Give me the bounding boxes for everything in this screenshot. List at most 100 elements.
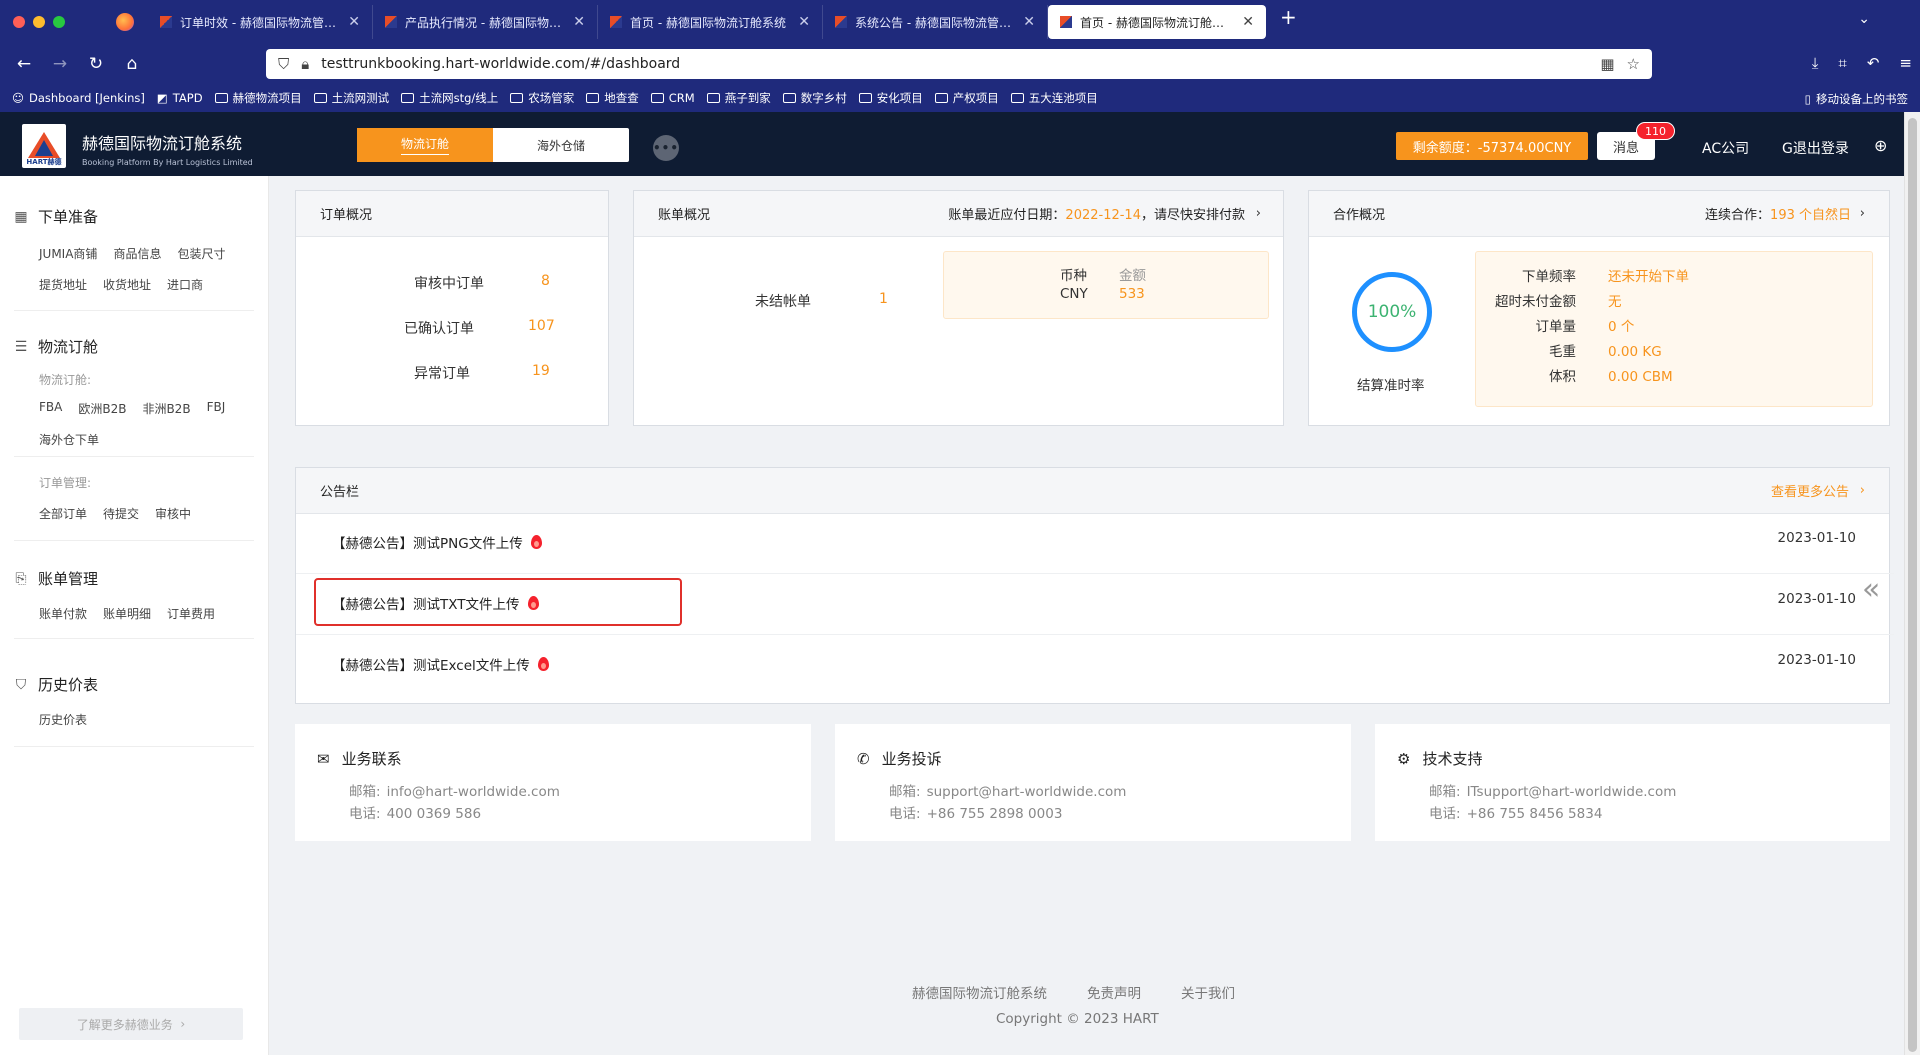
- close-window-button[interactable]: [13, 16, 25, 28]
- collapse-panel-icon[interactable]: «: [1862, 572, 1880, 607]
- bookmark-item[interactable]: ☺ Dashboard [Jenkins]: [12, 91, 145, 105]
- copyright: Copyright © 2023 HART: [996, 1011, 1159, 1027]
- bookmark-folder[interactable]: 土流网stg/线上: [401, 90, 498, 106]
- notice-title[interactable]: 【赫德公告】测试PNG文件上传: [332, 532, 523, 552]
- footer-link[interactable]: 免责声明: [1087, 982, 1141, 1002]
- footer-link[interactable]: 关于我们: [1181, 982, 1235, 1002]
- bookmark-item[interactable]: ◩ TAPD: [157, 91, 203, 105]
- sidebar-link[interactable]: 商品信息: [113, 245, 161, 262]
- sidebar-section-price-history: ⛉ 历史价表 历史价表: [14, 674, 254, 728]
- qr-code-icon[interactable]: ▦: [1600, 55, 1614, 73]
- bookmark-folder[interactable]: CRM: [650, 91, 695, 105]
- chevron-right-icon[interactable]: ›: [1860, 483, 1865, 498]
- lock-icon[interactable]: 🔒︎: [301, 55, 309, 73]
- bookmark-folder[interactable]: 土流网测试: [313, 90, 389, 106]
- more-notices-link[interactable]: 查看更多公告: [1771, 481, 1849, 500]
- continuous-cooperation[interactable]: 连续合作：193 个自然日: [1705, 204, 1851, 223]
- contact-email[interactable]: info@hart-worldwide.com: [387, 784, 560, 800]
- crop-icon[interactable]: ⌗: [1838, 54, 1846, 72]
- browser-tab-active[interactable]: 首页 - 赫德国际物流订舱系统 ✕: [1048, 5, 1266, 39]
- card-title: 账单概况: [658, 208, 711, 223]
- undo-icon[interactable]: ↶: [1867, 54, 1880, 72]
- bookmark-folder[interactable]: 燕子到家: [706, 90, 771, 106]
- logout-button[interactable]: G退出登录: [1782, 138, 1849, 158]
- menu-icon[interactable]: ≡: [1899, 54, 1912, 72]
- reload-icon[interactable]: ↻: [78, 54, 114, 74]
- close-tab-icon[interactable]: ✕: [573, 14, 585, 30]
- sidebar-link[interactable]: 待提交: [103, 505, 139, 522]
- learn-more-button[interactable]: 了解更多赫德业务 ›: [19, 1008, 243, 1040]
- close-tab-icon[interactable]: ✕: [1242, 14, 1254, 30]
- sidebar-link[interactable]: FBJ: [207, 400, 226, 417]
- notice-item[interactable]: 【赫德公告】测试PNG文件上传 2023-01-10: [296, 514, 1894, 574]
- contact-email[interactable]: ITsupport@hart-worldwide.com: [1467, 784, 1677, 800]
- forward-icon[interactable]: →: [42, 54, 78, 74]
- chevron-right-icon[interactable]: ›: [1256, 206, 1261, 221]
- sidebar-link[interactable]: 全部订单: [39, 505, 87, 522]
- new-tab-icon[interactable]: +: [1280, 5, 1297, 39]
- browser-tab[interactable]: 首页 - 赫德国际物流订舱系统 ✕: [598, 5, 823, 39]
- sidebar-link[interactable]: 欧洲B2B: [78, 400, 126, 417]
- sidebar-link[interactable]: JUMIA商铺: [39, 245, 97, 262]
- minimize-window-button[interactable]: [33, 16, 45, 28]
- maximize-window-button[interactable]: [53, 16, 65, 28]
- mobile-bookmarks[interactable]: ▯ 移动设备上的书签: [1805, 91, 1908, 107]
- close-tab-icon[interactable]: ✕: [1023, 14, 1035, 30]
- sidebar-link[interactable]: 提货地址: [39, 276, 87, 293]
- globe-icon[interactable]: ⊕: [1874, 136, 1887, 155]
- company-name[interactable]: AC公司: [1702, 138, 1749, 158]
- browser-tab[interactable]: 产品执行情况 - 赫德国际物流管理系统 ✕: [373, 5, 598, 39]
- mode-warehouse-tab[interactable]: 海外仓储: [493, 128, 629, 162]
- due-date-notice[interactable]: 账单最近应付日期：2022-12-14，请尽快安排付款: [948, 204, 1245, 223]
- balance-badge[interactable]: 剩余额度：-57374.00CNY: [1396, 132, 1588, 160]
- hart-logo[interactable]: HART赫德: [22, 124, 66, 168]
- browser-tab[interactable]: 订单时效 - 赫德国际物流管理系统 ✕: [148, 5, 373, 39]
- shield-icon[interactable]: ⛉: [278, 55, 289, 73]
- sidebar-link[interactable]: 订单费用: [167, 605, 215, 622]
- address-bar[interactable]: ⛉ 🔒︎ testtrunkbooking.hart-worldwide.com…: [266, 49, 1652, 79]
- bookmark-folder[interactable]: 安化项目: [858, 90, 923, 106]
- stat-label: 已确认订单: [404, 321, 474, 337]
- chevron-down-icon[interactable]: ⌄: [1858, 11, 1870, 27]
- stat-value[interactable]: 19: [532, 363, 550, 379]
- sidebar-link[interactable]: 审核中: [155, 505, 191, 522]
- sub-label: 物流订舱:: [39, 373, 92, 387]
- footer-link[interactable]: 赫德国际物流订舱系统: [912, 982, 1047, 1002]
- contact-email[interactable]: support@hart-worldwide.com: [927, 784, 1127, 800]
- browser-tabbar: 订单时效 - 赫德国际物流管理系统✕ 产品执行情况 - 赫德国际物流管理系统✕ …: [0, 0, 1920, 44]
- notice-title[interactable]: 【赫德公告】测试Excel文件上传: [332, 654, 530, 674]
- download-icon[interactable]: ⤓: [1812, 54, 1819, 72]
- bookmark-star-icon[interactable]: ☆: [1627, 55, 1640, 73]
- sidebar-link[interactable]: 账单明细: [103, 605, 151, 622]
- bookmark-folder[interactable]: 产权项目: [934, 90, 999, 106]
- unsettled-value[interactable]: 1: [879, 291, 888, 307]
- chevron-right-icon[interactable]: ›: [1860, 206, 1865, 221]
- sidebar-link[interactable]: FBA: [39, 400, 62, 417]
- stat-value[interactable]: 107: [528, 318, 555, 334]
- contact-phone: 400 0369 586: [386, 806, 482, 822]
- bookmark-folder[interactable]: 五大连池项目: [1010, 90, 1098, 106]
- more-options-icon[interactable]: •••: [653, 135, 679, 161]
- sidebar-link[interactable]: 非洲B2B: [142, 400, 190, 417]
- url-text[interactable]: testtrunkbooking.hart-worldwide.com/#/da…: [321, 56, 1588, 72]
- back-icon[interactable]: ←: [6, 54, 42, 74]
- tab-title: 首页 - 赫德国际物流订舱系统: [1080, 15, 1235, 30]
- sidebar-link[interactable]: 收货地址: [103, 276, 151, 293]
- sidebar-link[interactable]: 账单付款: [39, 605, 87, 622]
- stat-value[interactable]: 8: [541, 273, 550, 289]
- home-icon[interactable]: ⌂: [114, 54, 150, 74]
- bookmark-folder[interactable]: 农场管家: [510, 90, 574, 106]
- mode-booking-tab[interactable]: 物流订舱: [357, 128, 493, 162]
- bookmark-folder[interactable]: 数字乡村: [782, 90, 847, 106]
- notice-item[interactable]: 【赫德公告】测试Excel文件上传 2023-01-10: [296, 636, 1894, 696]
- bookmark-folder[interactable]: 赫德物流项目: [214, 90, 302, 106]
- close-tab-icon[interactable]: ✕: [348, 14, 360, 30]
- sidebar-link[interactable]: 海外仓下单: [39, 431, 99, 448]
- sidebar-link[interactable]: 历史价表: [39, 711, 87, 728]
- browser-tab[interactable]: 系统公告 - 赫德国际物流管理系统 ✕: [823, 5, 1048, 39]
- sidebar-link[interactable]: 进口商: [167, 276, 203, 293]
- close-tab-icon[interactable]: ✕: [798, 14, 810, 30]
- sidebar-link[interactable]: 包装尺寸: [177, 245, 225, 262]
- scrollbar-thumb[interactable]: [1908, 118, 1917, 1052]
- bookmark-folder[interactable]: 地查查: [586, 90, 639, 106]
